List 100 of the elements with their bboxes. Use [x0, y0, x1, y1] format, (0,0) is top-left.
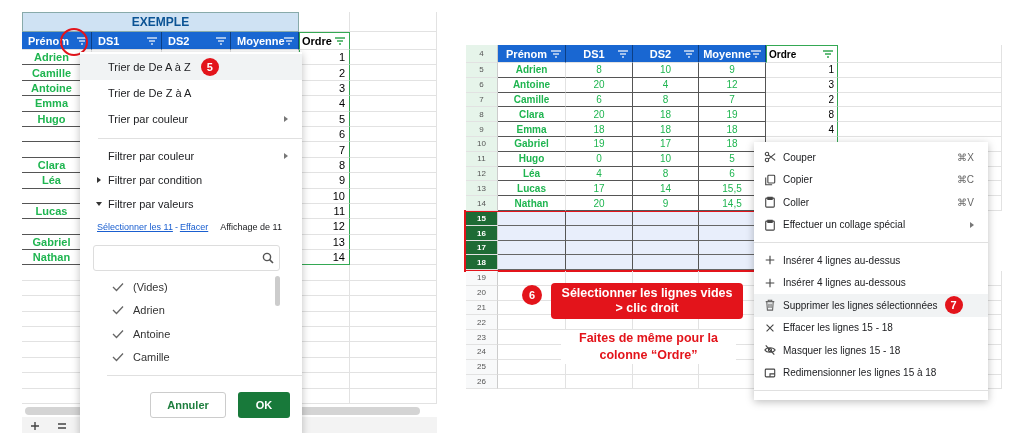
- table-cell: [566, 211, 633, 227]
- eye-off-icon: [764, 344, 776, 357]
- table-cell: 17: [633, 137, 699, 152]
- clipboard-icon: [764, 218, 776, 231]
- add-icon[interactable]: [30, 421, 40, 431]
- menu-item[interactable]: Effectuer un collage spécial: [754, 213, 988, 236]
- table-cell: Camille: [498, 92, 566, 108]
- copy-icon: [764, 173, 776, 186]
- table-cell: 7: [699, 92, 766, 108]
- menu-item[interactable]: Insérer 4 lignes au-dessus: [754, 249, 988, 272]
- trash-icon: [764, 299, 776, 312]
- ok-button[interactable]: OK: [238, 392, 290, 418]
- table-cell: [633, 226, 699, 241]
- table-cell: 3: [766, 77, 838, 93]
- table-cell: Clara: [498, 107, 566, 123]
- value-option[interactable]: Adrien: [80, 298, 302, 322]
- table-cell: [566, 226, 633, 241]
- table-cell: 8: [566, 63, 633, 78]
- table-cell: [633, 255, 699, 270]
- column-header[interactable]: Ordre: [766, 45, 838, 63]
- table-cell: 18: [699, 122, 766, 137]
- row-number[interactable]: 5: [466, 63, 498, 78]
- step-badge: 6: [522, 285, 542, 305]
- table-cell: 4: [633, 77, 699, 93]
- table-cell: Lucas: [498, 181, 566, 197]
- column-header[interactable]: DS2: [633, 45, 699, 63]
- value-option[interactable]: (Vides): [80, 275, 302, 299]
- menu-item[interactable]: Redimensionner les lignes 15 à 18: [754, 361, 988, 384]
- table-cell: [566, 374, 633, 390]
- scrollbar[interactable]: [275, 276, 280, 306]
- column-header[interactable]: Moyenne: [699, 45, 766, 63]
- value-option[interactable]: Antoine: [80, 322, 302, 346]
- table-cell: [633, 211, 699, 227]
- scissors-icon: [764, 151, 776, 164]
- shortcut-text: ⌘X: [957, 151, 974, 163]
- row-number[interactable]: 8: [466, 107, 498, 123]
- table-cell: 12: [699, 77, 766, 93]
- table-cell: 2: [766, 92, 838, 108]
- table-cell: 14: [633, 181, 699, 197]
- table-cell: Gabriel: [498, 137, 566, 152]
- table-cell: 19: [699, 107, 766, 123]
- table-cell: 0: [566, 151, 633, 167]
- table-cell: 4: [566, 166, 633, 182]
- column-header[interactable]: Ordre: [299, 32, 350, 50]
- count-text: Affichage de 11: [220, 222, 282, 232]
- table-cell: 9: [633, 196, 699, 211]
- row-number[interactable]: 22: [466, 315, 498, 331]
- column-header[interactable]: Moyenne: [231, 32, 299, 50]
- column-header[interactable]: DS2: [162, 32, 231, 50]
- value-option[interactable]: Camille: [80, 345, 302, 369]
- cancel-button[interactable]: Annuler: [150, 392, 226, 418]
- table-cell: 4: [766, 122, 838, 137]
- filter-icon[interactable]: [823, 50, 833, 58]
- table-cell: Léa: [498, 166, 566, 182]
- select-all-link[interactable]: Sélectionner les 11: [97, 222, 173, 232]
- table-cell: Adrien: [498, 63, 566, 78]
- menu-item[interactable]: Effacer les lignes 15 - 18: [754, 316, 988, 339]
- shortcut-text: ⌘V: [957, 196, 974, 208]
- table-cell: 6: [566, 92, 633, 108]
- table-cell: 8: [766, 107, 838, 123]
- menu-icon[interactable]: [57, 421, 67, 431]
- row-number[interactable]: 16: [466, 226, 498, 241]
- step-badge: 7: [944, 296, 963, 315]
- row-number[interactable]: 9: [466, 122, 498, 137]
- table-cell: 18: [633, 122, 699, 137]
- table-cell: 9: [699, 63, 766, 78]
- row-number[interactable]: 13: [466, 181, 498, 197]
- filter-icon[interactable]: [335, 37, 345, 45]
- column-header[interactable]: DS1: [566, 45, 633, 63]
- resize-icon: [764, 366, 776, 379]
- search-field[interactable]: [93, 245, 280, 271]
- column-header[interactable]: Prénom: [498, 45, 566, 63]
- table-cell: 10: [633, 63, 699, 78]
- menu-item[interactable]: Supprimer les lignes sélectionnées 7: [754, 294, 988, 317]
- table-cell: 19: [566, 137, 633, 152]
- plus-icon: [764, 254, 776, 267]
- table-cell: 18: [566, 122, 633, 137]
- table-cell: [498, 211, 566, 227]
- row-number[interactable]: 18: [466, 255, 498, 270]
- submenu-arrow-icon: [284, 153, 288, 159]
- table-cell: 17: [566, 181, 633, 197]
- column-header[interactable]: DS1: [92, 32, 162, 50]
- row-number[interactable]: 15: [466, 211, 498, 227]
- row-number[interactable]: 23: [466, 330, 498, 345]
- row-number[interactable]: 4: [466, 45, 498, 63]
- table-cell: Antoine: [498, 77, 566, 93]
- menu-item[interactable]: Insérer 4 lignes au-dessous: [754, 271, 988, 294]
- table-cell: [498, 255, 566, 270]
- menu-item[interactable]: Masquer les lignes 15 - 18: [754, 339, 988, 362]
- search-icon: [262, 252, 274, 264]
- annotation-text: Faites de même pour la colonne “Ordre”: [561, 330, 736, 364]
- table-cell: 20: [566, 107, 633, 123]
- menu-item[interactable]: Trier de De A à Z 5: [80, 54, 302, 80]
- table-cell: [498, 374, 566, 390]
- table-cell: [498, 226, 566, 241]
- clear-link[interactable]: Effacer: [179, 222, 209, 232]
- step-badge: 5: [200, 58, 219, 76]
- table-title: EXEMPLE: [22, 12, 299, 32]
- row-number[interactable]: 14: [466, 196, 498, 211]
- table-cell: [566, 255, 633, 270]
